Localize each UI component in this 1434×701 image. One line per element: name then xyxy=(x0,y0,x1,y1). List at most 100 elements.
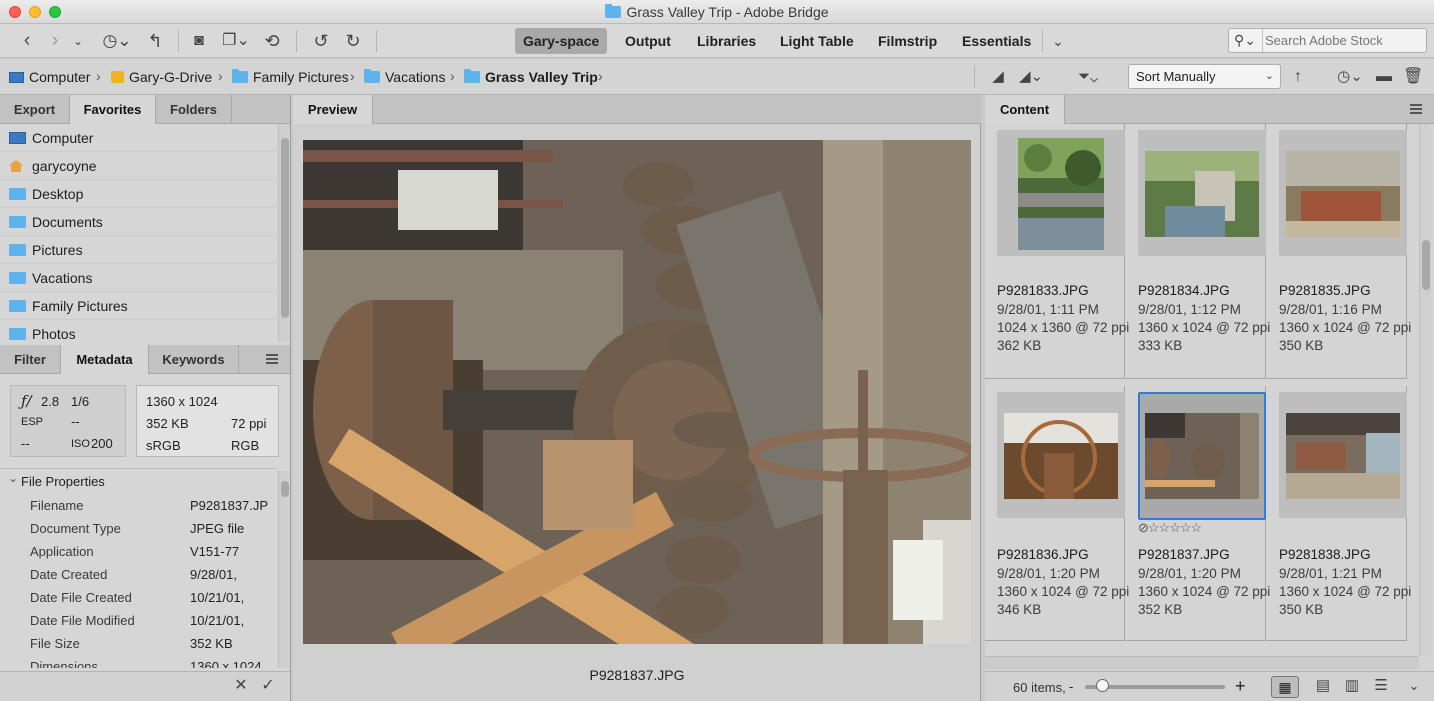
quality-signal-icon[interactable]: ◢ xyxy=(988,65,1008,89)
zoom-in-icon[interactable]: + xyxy=(1235,676,1246,697)
workspace-libraries[interactable]: Libraries xyxy=(689,28,764,54)
scroll-thumb[interactable] xyxy=(1422,240,1430,290)
favorite-vacations[interactable]: Vacations xyxy=(0,264,277,292)
panel-menu-icon[interactable] xyxy=(266,354,278,364)
open-recent-icon[interactable]: ◷⌄ xyxy=(1332,65,1368,89)
drive-icon xyxy=(111,71,124,83)
tab-export[interactable]: Export xyxy=(0,95,70,124)
favorite-documents[interactable]: Documents xyxy=(0,208,277,236)
refine-icon[interactable]: ❐⌄ xyxy=(219,29,253,53)
content-horizontal-scrollbar[interactable] xyxy=(985,656,1419,669)
tab-keywords[interactable]: Keywords xyxy=(149,345,239,374)
search-icon[interactable]: ⚲⌄ xyxy=(1229,29,1263,52)
favorite-desktop[interactable]: Desktop xyxy=(0,180,277,208)
list-view-icon[interactable]: ☰ xyxy=(1370,674,1392,698)
back-icon[interactable]: ‹ xyxy=(16,29,38,53)
slider-handle[interactable] xyxy=(1096,679,1109,692)
folder-icon xyxy=(9,244,26,256)
apply-checkmark-icon[interactable]: ✓ xyxy=(259,674,277,698)
content-item[interactable]: P9281833.JPG 9/28/01, 1:11 PM 1024 x 136… xyxy=(985,124,1129,379)
computer-icon xyxy=(9,132,26,144)
scroll-thumb[interactable] xyxy=(281,481,289,497)
preview-image[interactable] xyxy=(303,140,971,644)
thumbnail[interactable] xyxy=(1279,130,1407,256)
workspace-filmstrip[interactable]: Filmstrip xyxy=(870,28,945,54)
content-item[interactable]: P9281838.JPG 9/28/01, 1:21 PM 1360 x 102… xyxy=(1267,386,1411,641)
tab-content[interactable]: Content xyxy=(985,95,1065,124)
return-to-app-icon[interactable]: ↰ xyxy=(146,29,164,53)
panel-menu-icon[interactable] xyxy=(1410,104,1422,114)
favorite-photos[interactable]: Photos xyxy=(0,320,277,342)
tab-metadata[interactable]: Metadata xyxy=(61,345,149,374)
thumbnail-view-icon[interactable]: ▤ xyxy=(1312,674,1334,698)
scroll-thumb[interactable] xyxy=(281,138,289,318)
forward-icon[interactable]: › xyxy=(44,29,66,53)
thumbnail[interactable] xyxy=(997,392,1125,518)
breadcrumb-grass-valley-trip[interactable]: Grass Valley Trip xyxy=(464,69,598,85)
favorite-family-pictures[interactable]: Family Pictures xyxy=(0,292,277,320)
quality-options-icon[interactable]: ◢⌄ xyxy=(1014,65,1048,89)
content-item[interactable]: P9281835.JPG 9/28/01, 1:16 PM 1360 x 102… xyxy=(1267,124,1411,379)
color-mode-value: RGB xyxy=(231,438,260,453)
reject-icon[interactable]: ⊘ xyxy=(1138,520,1149,535)
metadata-footer: ✕ ✓ xyxy=(0,671,290,701)
breadcrumb-gary-g-drive[interactable]: Gary-G-Drive xyxy=(111,69,212,85)
search-input[interactable] xyxy=(1265,32,1421,49)
thumbnail[interactable] xyxy=(997,130,1125,256)
cancel-icon[interactable]: ✕ xyxy=(232,674,250,698)
more-workspaces-chevron-icon[interactable]: ⌄ xyxy=(1048,29,1068,53)
rating-stars[interactable]: ⊘☆☆☆☆☆ xyxy=(1138,520,1202,536)
view-options-chevron-icon[interactable]: ⌄ xyxy=(1405,674,1423,698)
grid-view-icon[interactable]: ▦ xyxy=(1271,676,1299,698)
tab-folders[interactable]: Folders xyxy=(156,95,232,124)
favorite-garycoyne[interactable]: garycoyne xyxy=(0,152,277,180)
favorite-pictures[interactable]: Pictures xyxy=(0,236,277,264)
thumbnail[interactable] xyxy=(1138,130,1266,256)
content-scrollbar[interactable] xyxy=(1419,124,1431,656)
item-date: 9/28/01, 1:16 PM xyxy=(1279,302,1382,317)
content-panel-tabs: Content xyxy=(985,95,1434,124)
rotate-left-icon[interactable]: ↺ xyxy=(310,29,332,53)
preview-panel: Preview P9281837.JPG xyxy=(293,95,981,701)
recent-history-icon[interactable]: ◷⌄ xyxy=(100,29,134,53)
camera-import-icon[interactable]: ◙ xyxy=(188,29,210,53)
delete-icon[interactable]: 🗑 xyxy=(1403,65,1423,89)
dimensions-value: 1360 x 1024 xyxy=(146,394,218,409)
content-footer: 60 items, - + ▦ ▤ ▥ ☰ ⌄ xyxy=(985,671,1434,701)
breadcrumb-family-pictures[interactable]: Family Pictures xyxy=(232,69,349,85)
metadata-scrollbar[interactable] xyxy=(278,471,290,668)
favorites-scrollbar[interactable] xyxy=(278,124,290,342)
content-item[interactable]: P9281836.JPG 9/28/01, 1:20 PM 1360 x 102… xyxy=(985,386,1129,641)
thumbnail-selected[interactable] xyxy=(1138,392,1266,520)
file-properties-header[interactable]: File Properties xyxy=(0,468,277,494)
zoom-out-icon[interactable]: - xyxy=(1069,679,1073,694)
folder-icon xyxy=(9,188,26,200)
item-dimensions: 1360 x 1024 @ 72 ppi xyxy=(1138,320,1271,335)
details-view-icon[interactable]: ▥ xyxy=(1341,674,1363,698)
breadcrumb-computer[interactable]: Computer xyxy=(9,69,90,85)
breadcrumb-vacations[interactable]: Vacations xyxy=(364,69,445,85)
item-filename: P9281833.JPG xyxy=(997,283,1089,298)
toolbar-divider xyxy=(1042,30,1043,52)
sort-select[interactable]: Sort Manually ⌄ xyxy=(1128,64,1281,89)
property-row: Filename P9281837.JP xyxy=(30,498,269,513)
content-item-selected[interactable]: ⊘☆☆☆☆☆ P9281837.JPG 9/28/01, 1:20 PM 136… xyxy=(1126,386,1270,641)
filter-icon[interactable]: ⏷⌄ xyxy=(1070,65,1106,89)
workspace-light-table[interactable]: Light Table xyxy=(772,28,862,54)
rotate-right-icon[interactable]: ↻ xyxy=(342,29,364,53)
breadcrumb-more-icon[interactable]: › xyxy=(598,68,603,84)
open-in-camera-raw-icon[interactable]: ⟲ xyxy=(261,29,283,53)
workspace-output[interactable]: Output xyxy=(617,28,679,54)
favorite-computer[interactable]: Computer xyxy=(0,124,277,152)
tab-filter[interactable]: Filter xyxy=(0,345,61,374)
chevron-down-icon[interactable]: ⌄ xyxy=(70,29,86,53)
tab-preview[interactable]: Preview xyxy=(293,95,373,124)
tab-favorites[interactable]: Favorites xyxy=(70,95,156,124)
workspace-gary-space[interactable]: Gary-space xyxy=(515,28,608,54)
new-folder-icon[interactable]: ▬ xyxy=(1374,65,1394,89)
workspace-essentials[interactable]: Essentials xyxy=(954,28,1039,54)
content-item[interactable]: P9281834.JPG 9/28/01, 1:12 PM 1360 x 102… xyxy=(1126,124,1270,379)
sort-ascending-icon[interactable]: ↑ xyxy=(1290,65,1306,89)
color-profile-value: sRGB xyxy=(146,438,181,453)
thumbnail[interactable] xyxy=(1279,392,1407,518)
